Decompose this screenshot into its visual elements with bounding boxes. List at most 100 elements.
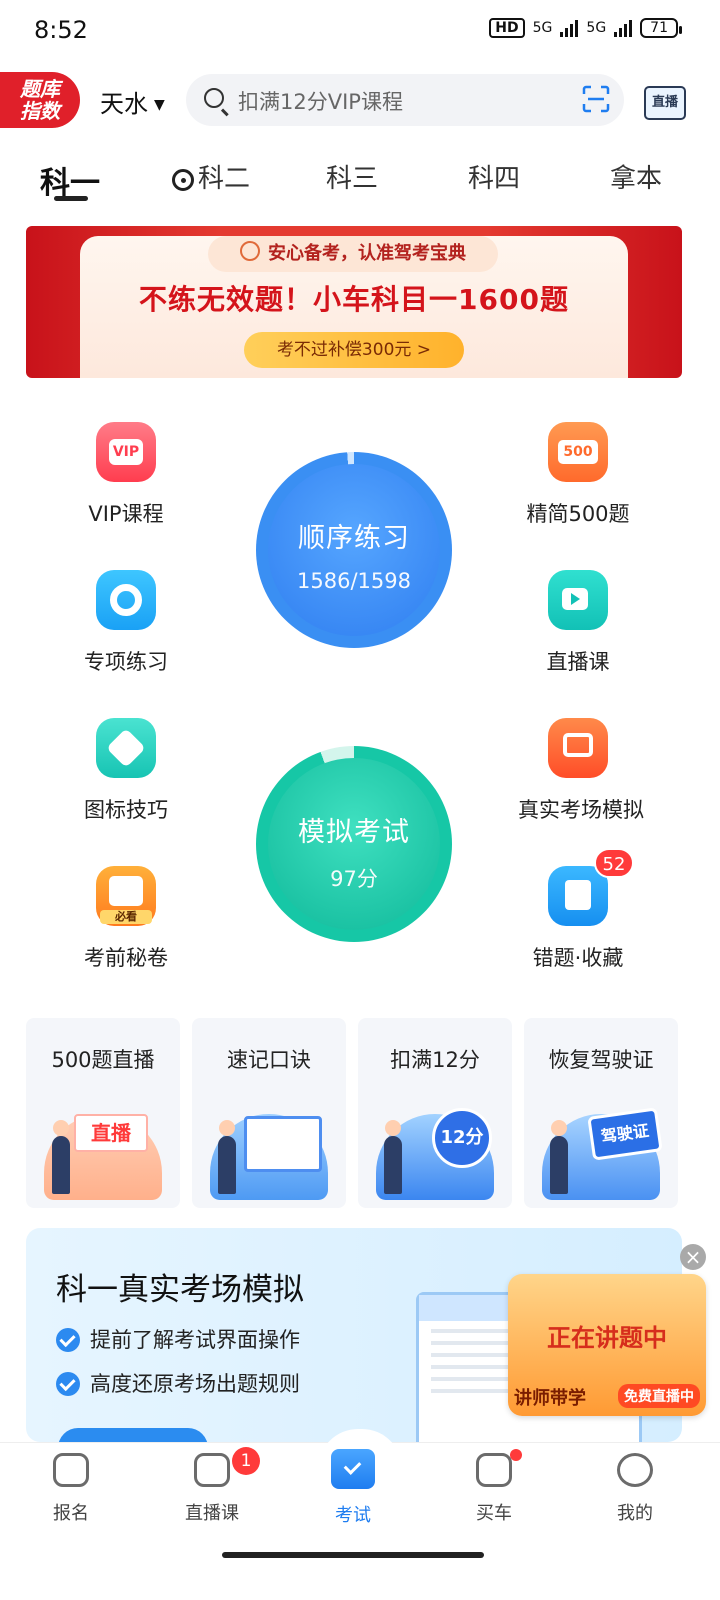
live-tv-button[interactable]: 直播 [644,80,686,120]
special-practice-label: 专项练习 [84,650,168,674]
vip-course[interactable]: VIP VIP课程 [66,422,186,528]
quick-cards: 500题直播 直播 速记口诀 扣满12分 12分 恢复驾驶证 驾驶证 [26,1018,682,1208]
nav-profile[interactable]: 我的 [585,1453,685,1525]
nav-live-badge: 1 [232,1447,260,1475]
live-tv-icon: 直播 [644,86,686,120]
floating-ad-title: 正在讲题中 [547,1324,667,1352]
real-exam-sim-label: 真实考场模拟 [518,798,644,822]
banner-tagline: 安心备考，认准驾考宝典 [208,236,498,272]
sequential-title: 顺序练习 [298,523,410,554]
nav-buy-car[interactable]: 买车 [444,1453,544,1525]
network-label-2: 5G [586,20,607,36]
check-icon [56,1372,80,1396]
logo-line-1: 题库 [20,77,60,101]
promo-start-button[interactable] [58,1428,208,1442]
card-restore-license[interactable]: 恢复驾驶证 驾驶证 [524,1018,678,1208]
network-label: 5G [532,20,553,36]
mock-exam-title: 模拟考试 [298,817,410,848]
card-title: 恢复驾驶证 [548,1048,654,1072]
home-indicator[interactable] [222,1552,484,1558]
banner-headline: 不练无效题！小车科目一1600题 [139,283,569,316]
tab-subject-2[interactable]: 科二 [172,158,250,195]
scan-icon[interactable] [582,85,610,113]
status-icons: HD 5G 5G 71 [489,18,682,38]
car-icon [476,1453,512,1487]
city-label: 天水 [100,90,148,118]
tab-subject-3[interactable]: 科三 [326,158,378,195]
check-icon [56,1328,80,1352]
search-bar[interactable]: 扣满12分VIP课程 [186,74,624,126]
status-bar: 8:52 HD 5G 5G 71 [0,0,720,64]
road-sign-icon [96,718,156,778]
nav-label: 直播课 [185,1503,239,1524]
search-icon [204,88,224,108]
card-500-live[interactable]: 500题直播 直播 [26,1018,180,1208]
special-practice[interactable]: 专项练习 [66,570,186,676]
tab-subject-4[interactable]: 科四 [468,158,520,195]
nav-label: 报名 [53,1503,89,1524]
banner-cta-button[interactable]: 考不过补偿300元 > [244,332,464,368]
card-title: 扣满12分 [390,1048,480,1072]
promo-point-2-text: 高度还原考场出题规则 [90,1372,300,1396]
nav-label: 买车 [476,1503,512,1524]
illustration-label: 直播 [74,1114,148,1152]
nav-buy-car-dot [510,1449,522,1461]
sign-tips[interactable]: 图标技巧 [66,718,186,824]
top-bar: 题库 指数 天水 ▼ 扣满12分VIP课程 直播 [0,70,720,132]
floating-ad-left: 讲师带学 [514,1388,586,1409]
illustration-label: 驾驶证 [587,1107,663,1161]
card-title: 500题直播 [51,1048,155,1072]
promo-point-1: 提前了解考试界面操作 [56,1324,300,1354]
license-illustration: 驾驶证 [542,1107,663,1200]
pre-exam-secret-label: 考前秘卷 [84,946,168,970]
card-title: 速记口诀 [227,1048,311,1072]
must-see-icon-text: 必看 [100,910,152,924]
question-bank-index-logo[interactable]: 题库 指数 [0,72,80,128]
nav-label: 考试 [335,1505,371,1526]
12-points-illustration: 12分 [376,1108,494,1200]
live-illustration: 直播 [44,1114,162,1200]
vip-icon: VIP [96,422,156,482]
search-placeholder: 扣满12分VIP课程 [238,90,403,114]
city-selector[interactable]: 天水 ▼ [100,84,165,119]
sign-tips-label: 图标技巧 [84,798,168,822]
live-class[interactable]: 直播课 [518,570,638,676]
register-icon [53,1453,89,1487]
subject-tabs: 科一 科二 科三 科四 拿本 [0,150,720,210]
nav-exam[interactable]: 考试 [303,1449,403,1527]
simplified-500-label: 精简500题 [526,502,630,526]
target-icon [96,570,156,630]
promo-banner[interactable]: 安心备考，认准驾考宝典 不练无效题！小车科目一1600题 考不过补偿300元 > [26,226,682,378]
monitor-icon [548,718,608,778]
status-time: 8:52 [34,16,88,44]
nav-label: 我的 [617,1503,653,1524]
exam-folder-icon [331,1449,375,1489]
mistakes-favorites[interactable]: 52 错题·收藏 [518,848,638,972]
hd-icon: HD [489,18,525,38]
video-icon [548,570,608,630]
card-12-points[interactable]: 扣满12分 12分 [358,1018,512,1208]
nav-register[interactable]: 报名 [21,1453,121,1525]
simplified-500[interactable]: 500 精简500题 [518,422,638,528]
screen-illustration [210,1114,328,1200]
floating-live-ad[interactable]: 正在讲题中 讲师带学 免费直播中 [508,1274,706,1416]
battery-icon: 71 [640,18,682,38]
mock-exam-score: 97分 [330,867,378,891]
real-exam-sim[interactable]: 真实考场模拟 [518,718,644,824]
mock-exam-button[interactable]: 模拟考试 97分 [256,746,452,942]
illustration-label: 12分 [432,1108,492,1168]
mistakes-badge: 52 [594,848,634,878]
pre-exam-secret[interactable]: 必看 考前秘卷 [66,866,186,972]
close-icon[interactable]: × [680,1244,706,1270]
card-mnemonics[interactable]: 速记口诀 [192,1018,346,1208]
500-icon: 500 [548,422,608,482]
mistakes-favorites-label: 错题·收藏 [532,946,624,970]
promo-point-1-text: 提前了解考试界面操作 [90,1328,300,1352]
caret-down-icon: ▼ [154,97,165,113]
tab-subject-2-label: 科二 [198,164,251,194]
tv-icon [194,1453,230,1487]
tab-get-license[interactable]: 拿本 [610,158,662,195]
banner-tagline-text: 安心备考，认准驾考宝典 [268,243,466,264]
smile-icon [617,1453,653,1487]
sequential-practice-button[interactable]: 顺序练习 1586/1598 [256,452,452,648]
